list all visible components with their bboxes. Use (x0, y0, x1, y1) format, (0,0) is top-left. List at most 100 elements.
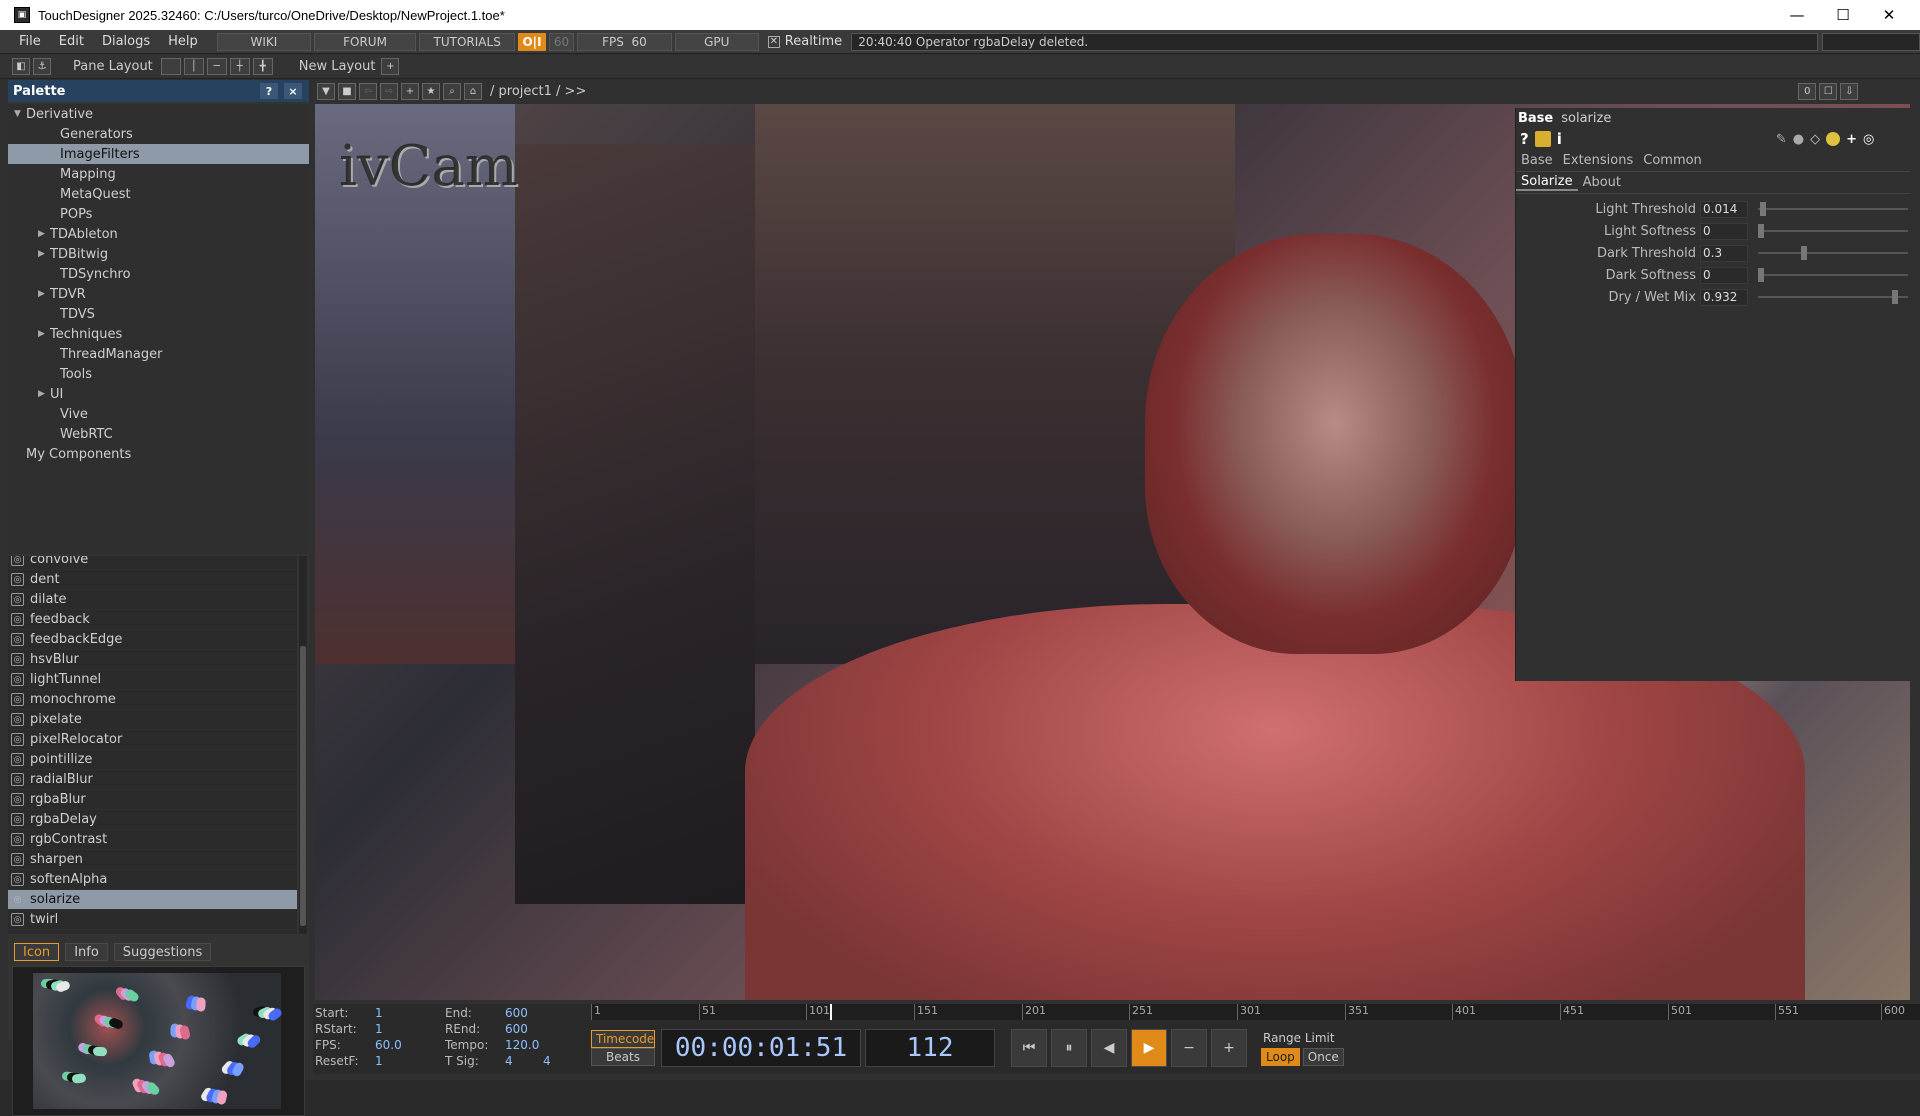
rstart-value[interactable]: 1 (375, 1022, 383, 1036)
loop-button[interactable]: Loop (1261, 1047, 1300, 1066)
rewind-button[interactable]: ⏮ (1011, 1029, 1047, 1067)
subpage-solarize[interactable]: Solarize (1516, 174, 1578, 191)
beats-button[interactable]: Beats (591, 1048, 655, 1066)
tab-info[interactable]: Info (65, 943, 108, 961)
slider-handle[interactable] (1758, 224, 1764, 238)
slider-handle[interactable] (1801, 246, 1807, 260)
tree-item[interactable]: ▼ Derivative (8, 104, 309, 124)
step-minus-button[interactable]: − (1171, 1029, 1207, 1067)
layout-icon[interactable]: ◧ (12, 58, 30, 75)
tempo-value[interactable]: 120.0 (505, 1038, 539, 1052)
operator-item[interactable]: ◎ hsvBlur (8, 650, 297, 670)
layout-quad-icon[interactable]: ╋ (252, 58, 273, 75)
operator-item[interactable]: ◎ feedback (8, 610, 297, 630)
tree-item[interactable]: ImageFilters (8, 144, 309, 164)
menu-file[interactable]: File (10, 34, 50, 49)
tree-item[interactable]: TDVS (8, 304, 309, 324)
tree-item[interactable]: ▶ TDBitwig (8, 244, 309, 264)
playhead[interactable] (830, 1004, 832, 1020)
realtime-checkbox[interactable]: ✕ (767, 35, 780, 48)
page-base[interactable]: Base (1516, 153, 1558, 168)
add-icon[interactable]: + (401, 82, 419, 100)
tree-item[interactable]: WebRTC (8, 424, 309, 444)
slider-handle[interactable] (1758, 268, 1764, 282)
operator-item[interactable]: ◎ radialBlur (8, 770, 297, 790)
page-common[interactable]: Common (1638, 153, 1707, 168)
param-slider[interactable] (1758, 202, 1908, 216)
tree-item[interactable]: Mapping (8, 164, 309, 184)
operator-item[interactable]: ◎ pixelRelocator (8, 730, 297, 750)
timecode-button[interactable]: Timecode (591, 1030, 655, 1048)
search-icon[interactable]: ⌕ (443, 82, 461, 100)
operator-item[interactable]: ◎ solarize (8, 890, 297, 910)
forum-button[interactable]: FORUM (314, 32, 417, 51)
layout-single-icon[interactable] (160, 58, 181, 75)
expander-icon[interactable]: ▶ (38, 329, 50, 339)
tree-item[interactable]: Vive (8, 404, 309, 424)
forward-icon[interactable]: ⇨ (380, 82, 398, 100)
param-slider[interactable] (1758, 224, 1908, 238)
operator-item[interactable]: ◎ sharpen (8, 850, 297, 870)
pane-menu-icon[interactable]: ⇩ (1840, 82, 1859, 100)
menu-help[interactable]: Help (159, 34, 207, 49)
layout-triple-icon[interactable]: ┼ (229, 58, 250, 75)
close-window-button[interactable]: ✕ (1866, 0, 1912, 30)
palette-help-button[interactable]: ? (260, 83, 278, 99)
add-layout-icon[interactable]: + (381, 58, 400, 75)
rend-value[interactable]: 600 (505, 1022, 528, 1036)
fps-cap-field[interactable]: 60 (548, 32, 575, 51)
info-icon[interactable]: i (1557, 130, 1562, 148)
operator-item[interactable]: ◎ pointillize (8, 750, 297, 770)
menu-edit[interactable]: Edit (50, 34, 93, 49)
dropdown-icon[interactable]: ▼ (317, 82, 335, 100)
operator-item[interactable]: ◎ lightTunnel (8, 670, 297, 690)
palette-color-icon[interactable] (1826, 132, 1841, 146)
tree-item[interactable]: ▶ TDVR (8, 284, 309, 304)
operator-item[interactable]: ◎ softenAlpha (8, 870, 297, 890)
maximize-pane-icon[interactable]: ☐ (1819, 82, 1838, 100)
back-icon[interactable]: ⇦ (359, 82, 377, 100)
operator-item[interactable]: ◎ dilate (8, 590, 297, 610)
timecode-display[interactable]: 00:00:01:51 (661, 1029, 861, 1067)
operator-item[interactable]: ◎ dent (8, 570, 297, 590)
minimize-button[interactable]: — (1774, 0, 1820, 30)
clone-icon[interactable]: ◇ (1810, 132, 1820, 147)
end-value[interactable]: 600 (505, 1006, 528, 1020)
bookmark-star-icon[interactable]: ★ (422, 82, 440, 100)
tree-item[interactable]: Generators (8, 124, 309, 144)
tree-item[interactable]: ▶ Techniques (8, 324, 309, 344)
add-param-icon[interactable]: + (1846, 132, 1857, 147)
step-plus-button[interactable]: + (1211, 1029, 1247, 1067)
param-slider[interactable] (1758, 290, 1908, 304)
fps-value[interactable]: 60.0 (375, 1038, 402, 1052)
tree-item[interactable]: ▶ UI (8, 384, 309, 404)
tree-item[interactable]: ▶ TDAbleton (8, 224, 309, 244)
tsig-value-b[interactable]: 4 (543, 1054, 551, 1068)
timeline-ruler[interactable]: 1 51 101 151 201 251 301 351 401 451 501 551 600 (591, 1004, 1920, 1020)
operator-item[interactable]: ◎ rgbaBlur (8, 790, 297, 810)
param-value-field[interactable]: 0 (1700, 266, 1748, 284)
tsig-value-a[interactable]: 4 (505, 1054, 513, 1068)
operator-item[interactable]: ◎ monochrome (8, 690, 297, 710)
operator-item[interactable]: ◎ twirl (8, 910, 297, 930)
tab-icon[interactable]: Icon (14, 943, 60, 961)
expander-icon[interactable]: ▶ (38, 289, 50, 299)
pause-button[interactable]: ⏸ (1051, 1029, 1087, 1067)
param-value-field[interactable]: 0.014 (1700, 200, 1748, 218)
operator-item[interactable]: ◎ feedbackEdge (8, 630, 297, 650)
operator-item[interactable]: ◎ convolve (8, 556, 297, 570)
tree-item[interactable]: Tools (8, 364, 309, 384)
edit-pencil-icon[interactable]: ✎ (1776, 132, 1787, 147)
expander-icon[interactable]: ▶ (38, 249, 50, 259)
scrollbar-thumb[interactable] (300, 646, 306, 926)
operator-item[interactable]: ◎ rgbaDelay (8, 810, 297, 830)
python-icon[interactable] (1534, 131, 1551, 147)
param-value-field[interactable]: 0.3 (1700, 244, 1748, 262)
help-icon[interactable]: ? (1520, 130, 1529, 148)
gpu-button[interactable]: GPU (674, 32, 759, 51)
tree-item[interactable]: MetaQuest (8, 184, 309, 204)
start-value[interactable]: 1 (375, 1006, 383, 1020)
tree-item[interactable]: ThreadManager (8, 344, 309, 364)
layout-split-horizontal-icon[interactable]: ─ (206, 58, 227, 75)
tree-item[interactable]: My Components (8, 444, 309, 464)
